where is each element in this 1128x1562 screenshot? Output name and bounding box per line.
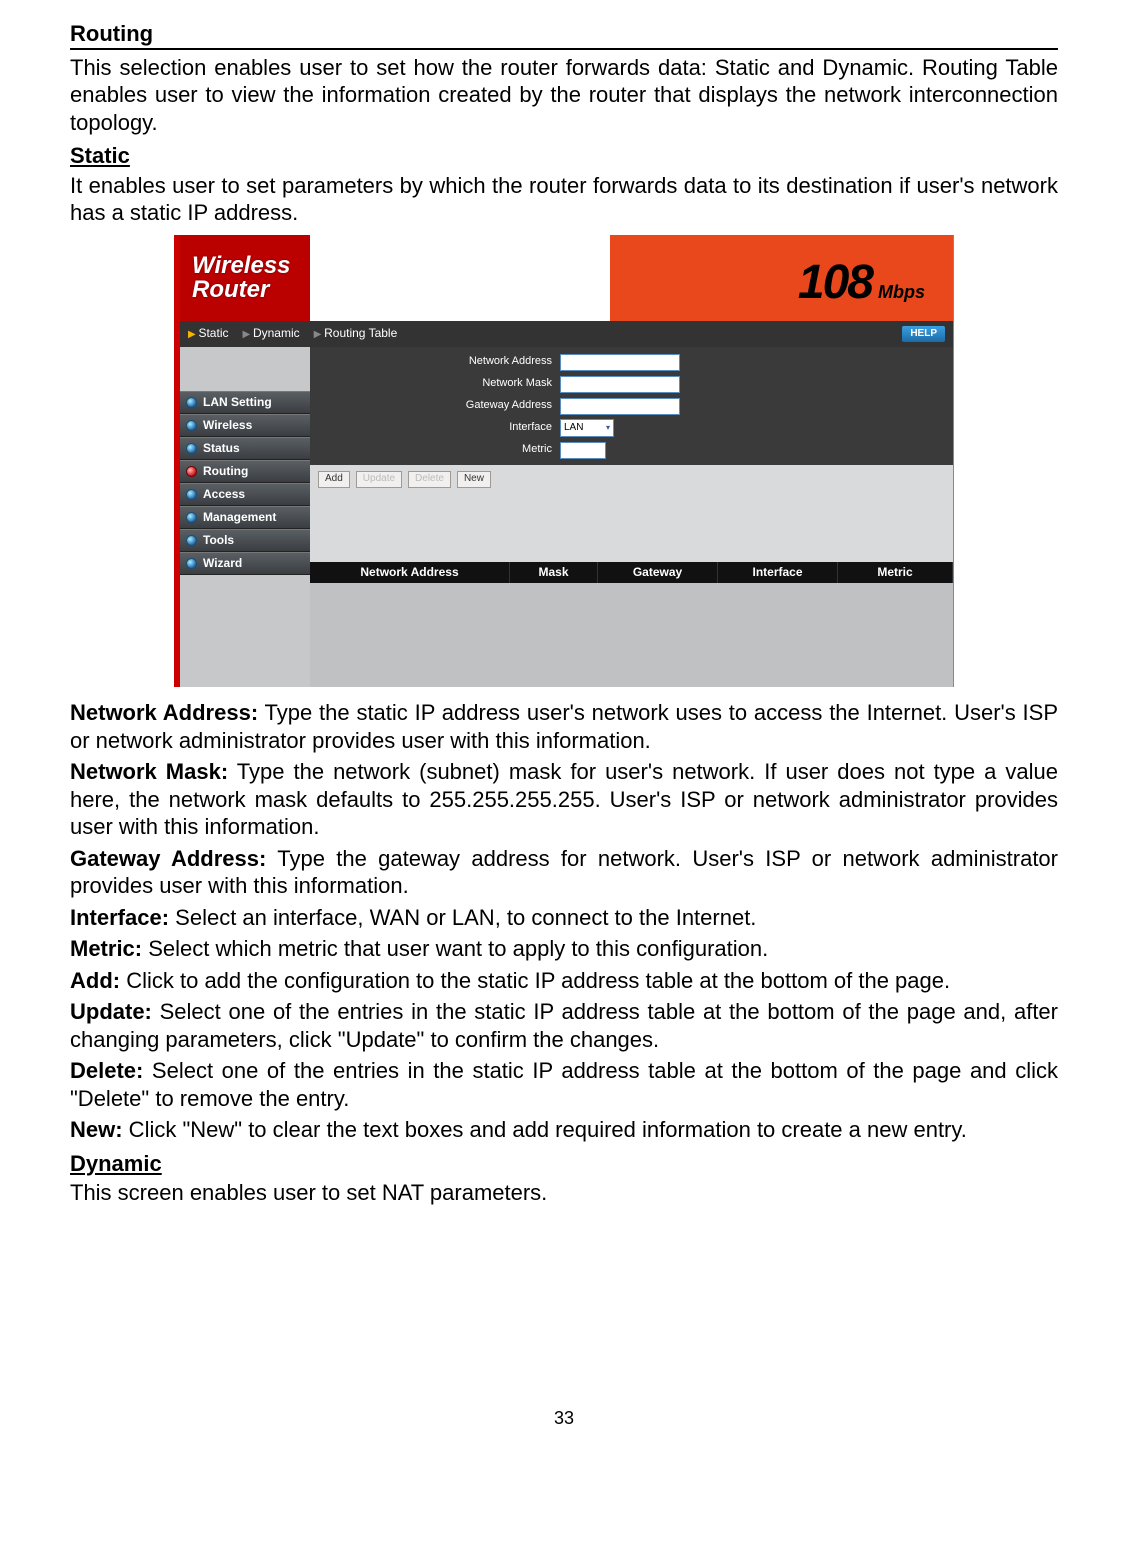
button-row: Add Update Delete New bbox=[310, 465, 953, 494]
sidebar-item-label: Status bbox=[203, 441, 240, 456]
desc-text: Select an interface, WAN or LAN, to conn… bbox=[169, 905, 756, 930]
network-mask-label: Network Mask bbox=[310, 377, 560, 391]
new-button[interactable]: New bbox=[457, 471, 491, 488]
bullet-icon bbox=[186, 512, 197, 523]
main-panel: Network Address Network Mask Gateway Add… bbox=[310, 347, 953, 687]
sidebar-item-wireless[interactable]: Wireless bbox=[180, 414, 310, 437]
desc-text: Click to add the configuration to the st… bbox=[120, 968, 950, 993]
desc-interface: Interface: Select an interface, WAN or L… bbox=[70, 904, 1058, 932]
chevron-down-icon: ▾ bbox=[606, 423, 610, 433]
bullet-icon bbox=[186, 558, 197, 569]
interface-value: LAN bbox=[564, 422, 583, 435]
th-metric: Metric bbox=[838, 562, 953, 583]
sidebar-item-label: Access bbox=[203, 487, 245, 502]
router-logo: Wireless Router bbox=[180, 254, 291, 302]
bullet-icon bbox=[186, 489, 197, 500]
metric-label: Metric bbox=[310, 443, 560, 457]
bullet-icon bbox=[186, 397, 197, 408]
tab-bar: Static Dynamic Routing Table HELP bbox=[180, 321, 953, 348]
desc-label: Metric: bbox=[70, 936, 142, 961]
update-button[interactable]: Update bbox=[356, 471, 402, 488]
desc-label: Gateway Address: bbox=[70, 846, 266, 871]
routing-intro: This selection enables user to set how t… bbox=[70, 54, 1058, 137]
th-interface: Interface bbox=[718, 562, 838, 583]
dynamic-intro: This screen enables user to set NAT para… bbox=[70, 1179, 1058, 1207]
page-number: 33 bbox=[70, 1407, 1058, 1430]
help-button[interactable]: HELP bbox=[902, 326, 945, 343]
sidebar-item-access[interactable]: Access bbox=[180, 483, 310, 506]
router-screenshot: Wireless Router 108 Mbps Static Dynamic … bbox=[174, 235, 954, 688]
desc-label: Add: bbox=[70, 968, 120, 993]
static-subtitle: Static bbox=[70, 142, 1058, 170]
desc-network-mask: Network Mask: Type the network (subnet) … bbox=[70, 758, 1058, 841]
sidebar-item-lan-setting[interactable]: LAN Setting bbox=[180, 391, 310, 414]
desc-label: New: bbox=[70, 1117, 123, 1142]
network-address-label: Network Address bbox=[310, 355, 560, 369]
sidebar-item-label: LAN Setting bbox=[203, 395, 272, 410]
add-button[interactable]: Add bbox=[318, 471, 350, 488]
bullet-icon bbox=[186, 443, 197, 454]
router-header: Wireless Router 108 Mbps bbox=[180, 235, 953, 321]
desc-label: Interface: bbox=[70, 905, 169, 930]
sidebar-item-tools[interactable]: Tools bbox=[180, 529, 310, 552]
bullet-icon bbox=[186, 420, 197, 431]
sidebar-item-wizard[interactable]: Wizard bbox=[180, 552, 310, 575]
desc-label: Delete: bbox=[70, 1058, 143, 1083]
sidebar-item-management[interactable]: Management bbox=[180, 506, 310, 529]
desc-add: Add: Click to add the configuration to t… bbox=[70, 967, 1058, 995]
desc-network-address: Network Address: Type the static IP addr… bbox=[70, 699, 1058, 754]
desc-label: Update: bbox=[70, 999, 152, 1024]
th-mask: Mask bbox=[510, 562, 598, 583]
speed-badge: 108 Mbps bbox=[798, 253, 925, 313]
desc-new: New: Click "New" to clear the text boxes… bbox=[70, 1116, 1058, 1144]
desc-delete: Delete: Select one of the entries in the… bbox=[70, 1057, 1058, 1112]
dynamic-subtitle: Dynamic bbox=[70, 1150, 1058, 1178]
sidebar-item-label: Wireless bbox=[203, 418, 252, 433]
desc-text: Select which metric that user want to ap… bbox=[142, 936, 768, 961]
tab-routing-table[interactable]: Routing Table bbox=[314, 326, 398, 342]
sidebar-item-label: Wizard bbox=[203, 556, 242, 571]
th-gateway: Gateway bbox=[598, 562, 718, 583]
sidebar-item-label: Tools bbox=[203, 533, 234, 548]
desc-text: Select one of the entries in the static … bbox=[70, 999, 1058, 1052]
interface-select[interactable]: LAN ▾ bbox=[560, 419, 614, 437]
sidebar-item-status[interactable]: Status bbox=[180, 437, 310, 460]
interface-label: Interface bbox=[310, 421, 560, 435]
network-address-input[interactable] bbox=[560, 354, 680, 371]
sidebar-item-routing[interactable]: Routing bbox=[180, 460, 310, 483]
delete-button[interactable]: Delete bbox=[408, 471, 451, 488]
static-intro: It enables user to set parameters by whi… bbox=[70, 172, 1058, 227]
desc-text: Click "New" to clear the text boxes and … bbox=[123, 1117, 967, 1142]
desc-label: Network Address: bbox=[70, 700, 258, 725]
network-mask-input[interactable] bbox=[560, 376, 680, 393]
metric-input[interactable] bbox=[560, 442, 606, 459]
section-title-routing: Routing bbox=[70, 20, 1058, 50]
desc-update: Update: Select one of the entries in the… bbox=[70, 998, 1058, 1053]
gateway-address-label: Gateway Address bbox=[310, 399, 560, 413]
routing-table-header: Network Address Mask Gateway Interface M… bbox=[310, 562, 953, 583]
bullet-icon bbox=[186, 535, 197, 546]
logo-line1: Wireless bbox=[192, 254, 291, 278]
tab-static[interactable]: Static bbox=[188, 326, 228, 342]
sidebar-item-label: Routing bbox=[203, 464, 248, 479]
desc-text: Select one of the entries in the static … bbox=[70, 1058, 1058, 1111]
gateway-address-input[interactable] bbox=[560, 398, 680, 415]
speed-number: 108 bbox=[798, 253, 872, 313]
table-body-empty bbox=[310, 583, 953, 613]
sidebar: LAN Setting Wireless Status Routing Acce… bbox=[180, 347, 310, 687]
desc-label: Network Mask: bbox=[70, 759, 228, 784]
tab-dynamic[interactable]: Dynamic bbox=[242, 326, 299, 342]
desc-gateway-address: Gateway Address: Type the gateway addres… bbox=[70, 845, 1058, 900]
th-network-address: Network Address bbox=[310, 562, 510, 583]
desc-metric: Metric: Select which metric that user wa… bbox=[70, 935, 1058, 963]
speed-unit: Mbps bbox=[878, 281, 925, 304]
bullet-icon bbox=[186, 466, 197, 477]
spacer bbox=[310, 494, 953, 562]
logo-line2: Router bbox=[192, 278, 291, 302]
sidebar-item-label: Management bbox=[203, 510, 276, 525]
